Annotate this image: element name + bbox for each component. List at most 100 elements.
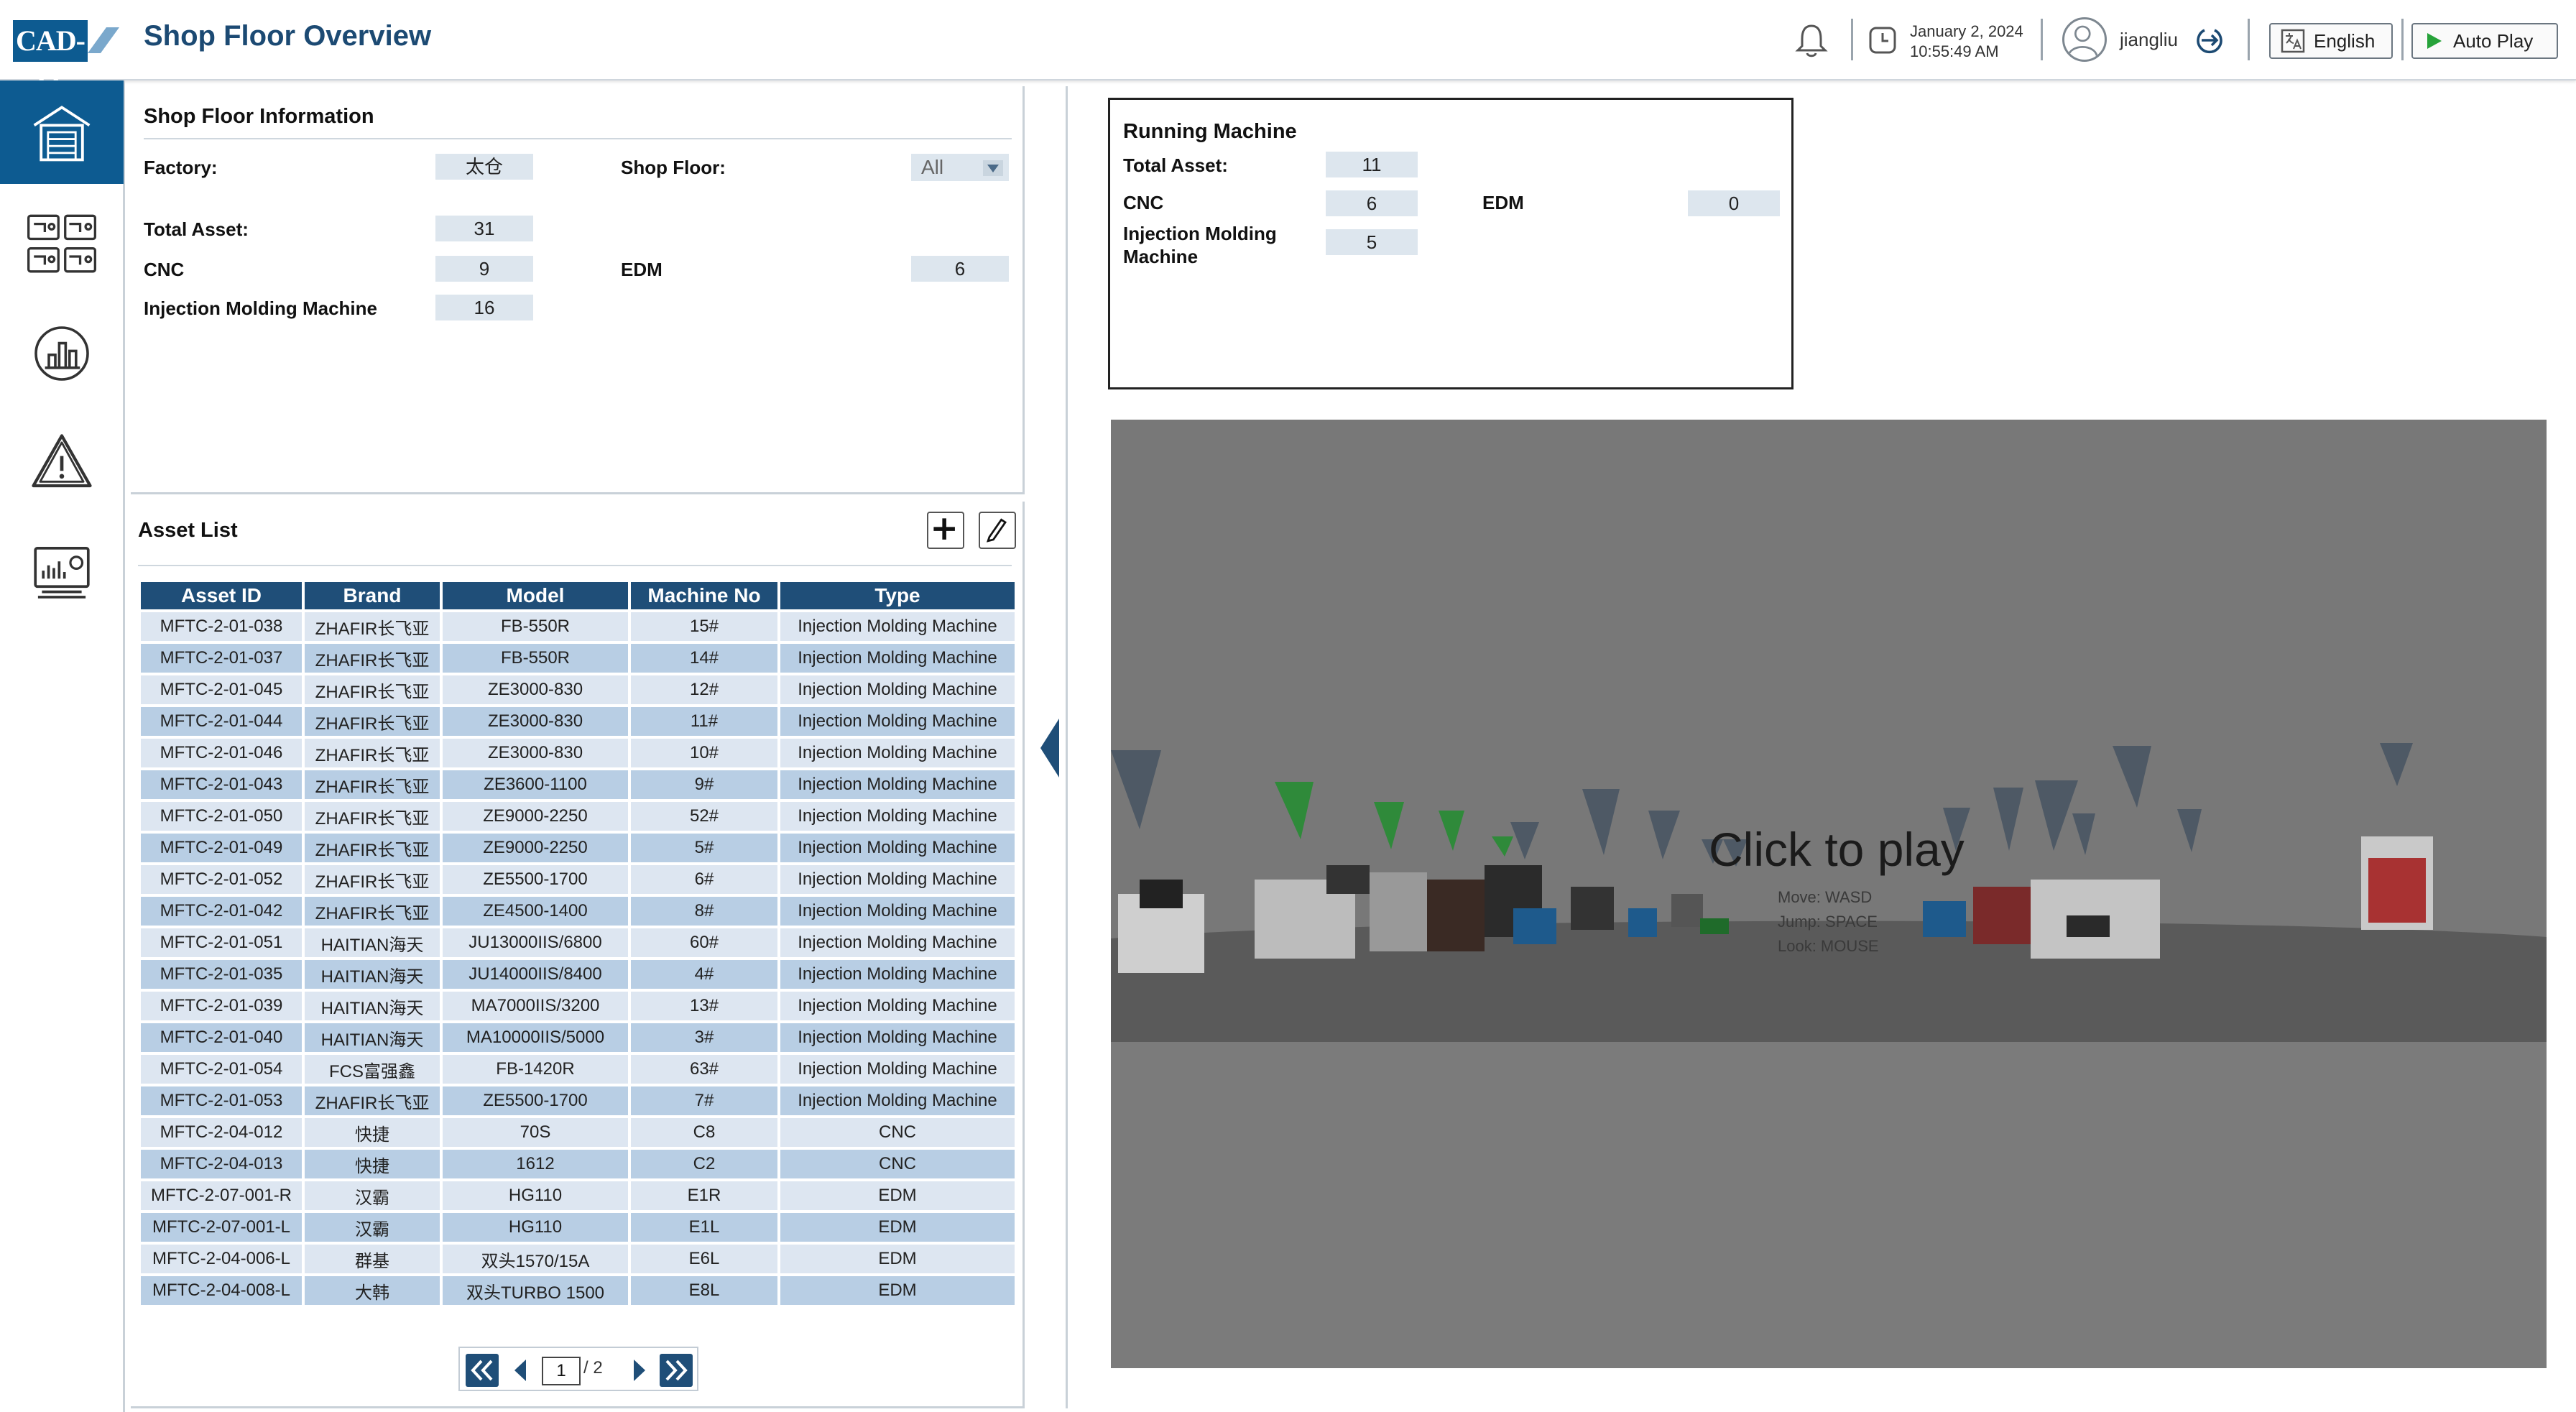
type-cell: Injection Molding Machine [780, 960, 1015, 989]
model-cell: ZE3000-830 [443, 675, 628, 704]
header-divider [2248, 19, 2250, 60]
auto-play-button[interactable]: Auto Play [2411, 23, 2558, 59]
factory-icon [33, 106, 91, 162]
total-asset-value: 31 [435, 216, 533, 241]
model-cell: 双头1570/15A [443, 1245, 628, 1273]
edm-value: 6 [911, 256, 1009, 282]
date-label: January 2, 2024 [1910, 22, 2023, 40]
brand-cell: FCS富强鑫 [305, 1055, 440, 1084]
table-row[interactable]: MFTC-2-01-044 ZHAFIR长飞亚 ZE3000-830 11# Injec… [141, 707, 1015, 736]
table-row[interactable]: MFTC-2-01-040 HAITIAN海天 MA10000IIS/5000 3# I… [141, 1023, 1015, 1052]
table-row[interactable]: MFTC-2-04-006-L 群基 双头1570/15A E6L EDM [141, 1245, 1015, 1273]
asset-id-cell: MFTC-2-01-054 [141, 1055, 302, 1084]
brand-cell: ZHAFIR长飞亚 [305, 897, 440, 926]
factory-3d-viewer[interactable]: Click to play Move: WASD Jump: SPACE Loo… [1111, 420, 2547, 1368]
machine-no-cell: 3# [631, 1023, 777, 1052]
table-row[interactable]: MFTC-2-01-053 ZHAFIR长飞亚 ZE5500-1700 7# Injec… [141, 1086, 1015, 1115]
table-row[interactable]: MFTC-2-01-043 ZHAFIR长飞亚 ZE3600-1100 9# Injec… [141, 770, 1015, 799]
shop-floor-label: Shop Floor: [621, 157, 726, 178]
asset-id-cell: MFTC-2-01-037 [141, 644, 302, 673]
model-cell: 70S [443, 1118, 628, 1147]
first-page-icon[interactable] [466, 1354, 499, 1387]
sidebar-item-shop-floor[interactable] [0, 80, 124, 184]
table-row[interactable]: MFTC-2-01-039 HAITIAN海天 MA7000IIS/3200 13# I… [141, 992, 1015, 1020]
table-row[interactable]: MFTC-2-01-037 ZHAFIR长飞亚 FB-550R 14# Injectio… [141, 644, 1015, 673]
model-cell: JU13000IIS/6800 [443, 928, 628, 957]
asset-table: Asset ID Brand Model Machine No Type MFT… [138, 579, 1017, 1308]
column-header-model[interactable]: Model [443, 582, 628, 609]
logout-icon[interactable] [2194, 24, 2226, 56]
brand-cell: ZHAFIR长飞亚 [305, 834, 440, 862]
last-page-icon[interactable] [660, 1354, 693, 1387]
table-row[interactable]: MFTC-2-01-042 ZHAFIR长飞亚 ZE4500-1400 8# Injec… [141, 897, 1015, 926]
cad-it-logo: CAD-IT [13, 10, 119, 98]
table-row[interactable]: MFTC-2-04-013 快捷 1612 C2 CNC [141, 1150, 1015, 1178]
shop-floor-selected: All [921, 156, 944, 178]
clock-icon [1868, 26, 1897, 55]
table-row[interactable]: MFTC-2-01-035 HAITIAN海天 JU14000IIS/8400 4# I… [141, 960, 1015, 989]
factory-value: 太仓 [435, 154, 533, 180]
avatar-icon[interactable] [2062, 17, 2107, 62]
language-button[interactable]: English [2269, 23, 2393, 59]
sidebar-item-alerts[interactable] [0, 411, 124, 514]
shop-floor-select[interactable]: All [911, 154, 1009, 181]
asset-id-cell: MFTC-2-01-052 [141, 865, 302, 894]
click-to-play-overlay[interactable]: Click to play [1709, 822, 1965, 877]
table-row[interactable]: MFTC-2-01-038 ZHAFIR长飞亚 FB-550R 15# Injectio… [141, 612, 1015, 641]
asset-id-cell: MFTC-2-01-053 [141, 1086, 302, 1115]
date-time: January 2, 2024 10:55:49 AM [1910, 22, 2023, 62]
plus-icon [933, 518, 955, 540]
asset-id-cell: MFTC-2-04-008-L [141, 1276, 302, 1305]
edit-asset-button[interactable] [979, 512, 1016, 549]
type-cell: Injection Molding Machine [780, 707, 1015, 736]
model-cell: ZE5500-1700 [443, 1086, 628, 1115]
header-divider [1851, 19, 1853, 60]
table-row[interactable]: MFTC-2-01-054 FCS富强鑫 FB-1420R 63# Injection … [141, 1055, 1015, 1084]
time-label: 10:55:49 AM [1910, 42, 1999, 60]
type-cell: CNC [780, 1118, 1015, 1147]
type-cell: Injection Molding Machine [780, 897, 1015, 926]
bell-icon[interactable] [1793, 22, 1829, 59]
table-row[interactable]: MFTC-2-04-008-L 大韩 双头TURBO 1500 E8L EDM [141, 1276, 1015, 1305]
table-row[interactable]: MFTC-2-01-046 ZHAFIR长飞亚 ZE3000-830 10# Injec… [141, 739, 1015, 767]
asset-id-cell: MFTC-2-07-001-L [141, 1213, 302, 1242]
sidebar-item-machines[interactable] [0, 193, 124, 296]
column-header-type[interactable]: Type [780, 582, 1015, 609]
asset-id-cell: MFTC-2-01-035 [141, 960, 302, 989]
page-title: Shop Floor Overview [144, 20, 432, 52]
type-cell: Injection Molding Machine [780, 1086, 1015, 1115]
column-header-machine-no[interactable]: Machine No [631, 582, 777, 609]
table-row[interactable]: MFTC-2-01-049 ZHAFIR长飞亚 ZE9000-2250 5# Injec… [141, 834, 1015, 862]
next-page-icon[interactable] [622, 1354, 655, 1387]
asset-id-cell: MFTC-2-01-044 [141, 707, 302, 736]
table-row[interactable]: MFTC-2-01-050 ZHAFIR长飞亚 ZE9000-2250 52# Inje… [141, 802, 1015, 831]
column-header-brand[interactable]: Brand [305, 582, 440, 609]
table-row[interactable]: MFTC-2-04-012 快捷 70S C8 CNC [141, 1118, 1015, 1147]
asset-id-cell: MFTC-2-04-006-L [141, 1245, 302, 1273]
auto-play-label: Auto Play [2453, 29, 2534, 52]
model-cell: FB-1420R [443, 1055, 628, 1084]
sidebar-item-reports[interactable] [0, 302, 124, 405]
asset-id-cell: MFTC-2-01-043 [141, 770, 302, 799]
imm-value: 16 [435, 295, 533, 320]
machine-no-cell: E1R [631, 1181, 777, 1210]
collapse-arrow-icon[interactable] [1038, 716, 1063, 780]
sidebar-item-monitor[interactable] [0, 520, 124, 624]
machine-no-cell: 13# [631, 992, 777, 1020]
add-asset-button[interactable] [927, 512, 964, 549]
type-cell: Injection Molding Machine [780, 612, 1015, 641]
table-row[interactable]: MFTC-2-07-001-R 汉霸 HG110 E1R EDM [141, 1181, 1015, 1210]
table-row[interactable]: MFTC-2-01-051 HAITIAN海天 JU13000IIS/6800 60#… [141, 928, 1015, 957]
header-divider [2401, 19, 2404, 60]
type-cell: Injection Molding Machine [780, 739, 1015, 767]
hint-jump: Jump: SPACE [1778, 913, 1878, 931]
page-number-input[interactable]: 1 [542, 1357, 581, 1385]
type-cell: Injection Molding Machine [780, 802, 1015, 831]
table-row[interactable]: MFTC-2-07-001-L 汉霸 HG110 E1L EDM [141, 1213, 1015, 1242]
column-header-asset-id[interactable]: Asset ID [141, 582, 302, 609]
table-row[interactable]: MFTC-2-01-045 ZHAFIR长飞亚 ZE3000-830 12# Injec… [141, 675, 1015, 704]
previous-page-icon[interactable] [504, 1354, 537, 1387]
machine-no-cell: 15# [631, 612, 777, 641]
table-row[interactable]: MFTC-2-01-052 ZHAFIR长飞亚 ZE5500-1700 6# Injec… [141, 865, 1015, 894]
machine-no-cell: 52# [631, 802, 777, 831]
